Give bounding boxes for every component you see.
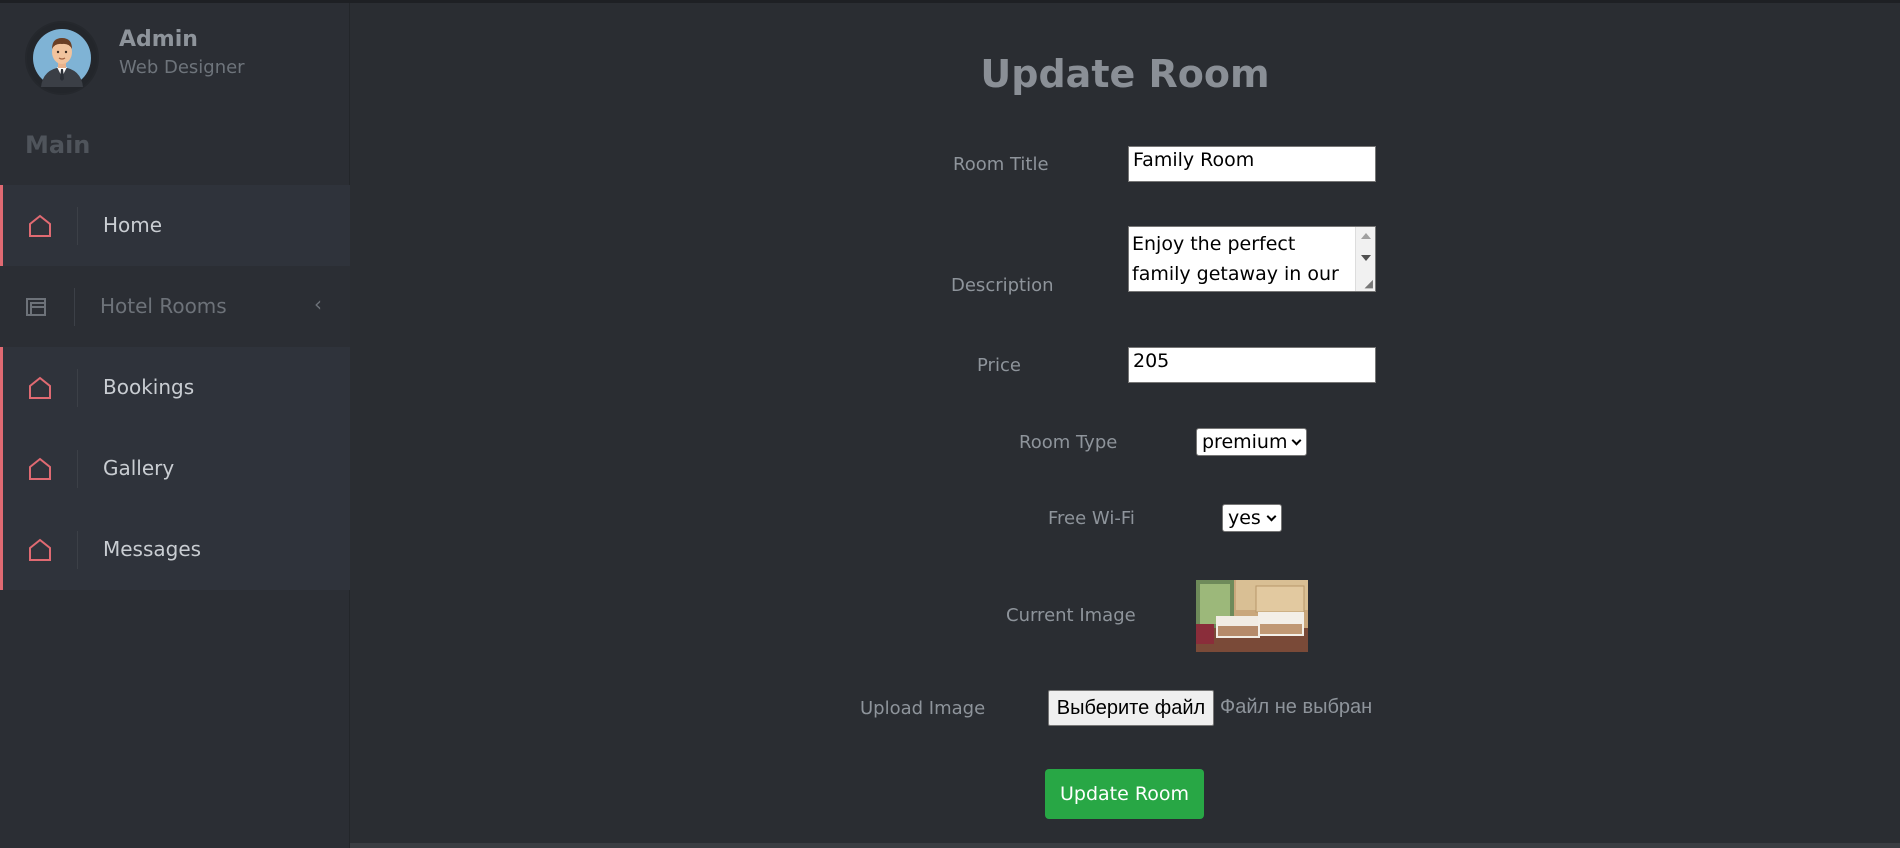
resize-handle-icon[interactable]: ◢: [1365, 278, 1373, 289]
sidebar: Admin Web Designer Main Home Hotel Rooms…: [0, 3, 350, 848]
room-photo: [1196, 580, 1308, 652]
profile-role: Web Designer: [119, 57, 245, 78]
upload-image-label: Upload Image: [860, 698, 986, 719]
sidebar-nav: Home Hotel Rooms ‹ Bookings Gallery Mess…: [0, 185, 350, 590]
current-room-image: [1196, 580, 1308, 652]
room-title-input[interactable]: Family Room: [1128, 146, 1376, 182]
profile-name: Admin: [119, 27, 198, 52]
sidebar-item-home[interactable]: Home: [0, 185, 350, 266]
page-title: Update Room: [980, 52, 1270, 96]
scroll-up-icon[interactable]: [1361, 233, 1371, 239]
price-input[interactable]: 205: [1128, 347, 1376, 383]
rooms-icon: [26, 298, 46, 316]
sidebar-item-label: Home: [103, 213, 163, 237]
sidebar-item-messages[interactable]: Messages: [0, 509, 350, 590]
description-text: Enjoy the perfect family getaway in our: [1132, 233, 1339, 285]
choose-file-button[interactable]: Выберите файл: [1048, 690, 1214, 726]
nav-separator: [77, 450, 78, 488]
sidebar-section-label: Main: [25, 131, 91, 159]
home-icon: [29, 214, 51, 237]
avatar[interactable]: [27, 23, 97, 93]
sidebar-item-label: Messages: [103, 537, 202, 561]
scroll-down-icon[interactable]: [1361, 255, 1371, 261]
nav-separator: [77, 207, 78, 245]
home-icon: [29, 457, 51, 480]
chevron-left-icon[interactable]: ‹: [314, 292, 322, 316]
wifi-selected: yes: [1228, 507, 1261, 529]
price-label: Price: [977, 355, 1021, 376]
wifi-select[interactable]: yes: [1222, 504, 1282, 532]
chevron-down-icon: [1266, 511, 1277, 522]
home-icon: [29, 538, 51, 561]
room-type-selected: premium: [1202, 431, 1288, 453]
sidebar-item-gallery[interactable]: Gallery: [0, 428, 350, 509]
sidebar-item-label: Gallery: [103, 456, 175, 480]
sidebar-item-label: Bookings: [103, 375, 195, 399]
current-image-label: Current Image: [1006, 605, 1136, 626]
sidebar-item-bookings[interactable]: Bookings: [0, 347, 350, 428]
sidebar-item-hotel-rooms[interactable]: Hotel Rooms ‹: [0, 266, 350, 347]
room-type-label: Room Type: [1019, 432, 1118, 453]
nav-separator: [74, 288, 75, 326]
user-profile: Admin Web Designer: [27, 23, 327, 93]
file-status-text: Файл не выбран: [1220, 696, 1373, 718]
user-avatar-icon: [33, 29, 91, 87]
wifi-label: Free Wi-Fi: [1048, 508, 1135, 529]
bottom-border: [350, 843, 1900, 848]
home-icon: [29, 376, 51, 399]
textarea-scrollbar[interactable]: ◢: [1355, 227, 1375, 291]
nav-separator: [77, 531, 78, 569]
update-room-button[interactable]: Update Room: [1045, 769, 1204, 819]
description-textarea[interactable]: Enjoy the perfect family getaway in our …: [1128, 226, 1376, 292]
chevron-down-icon: [1291, 435, 1302, 446]
nav-separator: [77, 369, 78, 407]
room-type-select[interactable]: premium: [1196, 428, 1307, 456]
description-label: Description: [951, 275, 1054, 296]
room-title-label: Room Title: [953, 154, 1049, 175]
sidebar-item-label: Hotel Rooms: [100, 294, 227, 318]
